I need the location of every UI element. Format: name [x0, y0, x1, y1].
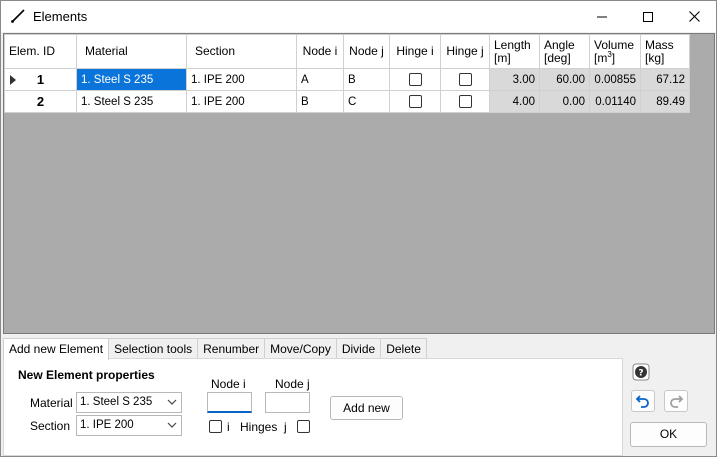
length-cell: 4.00: [489, 90, 540, 113]
minimize-button[interactable]: [579, 1, 625, 32]
new-hinge-i-checkbox[interactable]: [209, 420, 222, 433]
col-header-node-i[interactable]: Node i: [296, 34, 344, 69]
close-icon: [688, 11, 700, 22]
node-i-cell[interactable]: A: [296, 68, 344, 91]
hinge-j-label: j: [284, 420, 287, 434]
add-new-element-panel: New Element properties Material 1. Steel…: [3, 358, 623, 456]
title-bar: Elements: [1, 1, 716, 32]
node-i-input[interactable]: [207, 392, 252, 413]
section-cell[interactable]: 1. IPE 200: [186, 90, 297, 113]
tab-add-new-element[interactable]: Add new Element: [3, 338, 110, 360]
col-header-mass[interactable]: Mass [kg]: [640, 34, 690, 69]
hinge-j-checkbox[interactable]: [458, 95, 472, 108]
hinge-j-cell: [440, 90, 490, 113]
volume-cell: 0.00855: [589, 68, 641, 91]
svg-text:?: ?: [638, 369, 643, 379]
section-label: Section: [30, 419, 71, 433]
tab-move-copy[interactable]: Move/Copy: [264, 338, 337, 359]
col-header-angle[interactable]: Angle [deg]: [539, 34, 590, 69]
minimize-icon: [597, 16, 607, 17]
node-j-label: Node j: [275, 377, 310, 391]
angle-cell: 60.00: [539, 68, 590, 91]
hinge-i-checkbox[interactable]: [408, 73, 422, 86]
help-button[interactable]: ?: [632, 363, 650, 381]
elem-id-cell[interactable]: 2: [4, 90, 77, 113]
tab-delete[interactable]: Delete: [380, 338, 427, 359]
col-header-material[interactable]: Material: [76, 34, 187, 69]
material-select-value: 1. Steel S 235: [80, 396, 153, 408]
panel-title: New Element properties: [18, 368, 155, 382]
col-header-volume[interactable]: Volume [m3]: [589, 34, 641, 69]
line-element-icon: [11, 9, 25, 23]
col-header-elem-id[interactable]: Elem. ID: [4, 34, 77, 69]
elem-id-cell[interactable]: 1: [4, 68, 77, 91]
close-button[interactable]: [671, 1, 717, 32]
elements-dialog: Elements Elem. ID Material Section Node …: [0, 0, 717, 457]
material-select[interactable]: 1. Steel S 235: [76, 392, 182, 413]
hinge-j-cell: [440, 68, 490, 91]
mass-cell: 67.12: [640, 68, 690, 91]
current-row-indicator-icon: [10, 75, 16, 85]
node-i-label: Node i: [211, 377, 246, 391]
tab-divide[interactable]: Divide: [335, 338, 382, 359]
material-cell[interactable]: 1. Steel S 235: [76, 90, 187, 113]
table-row[interactable]: 2 1. Steel S 235 1. IPE 200 B C 4.00 0.0…: [4, 90, 690, 113]
col-header-length[interactable]: Length [m]: [489, 34, 540, 69]
elements-grid[interactable]: Elem. ID Material Section Node i Node j …: [3, 33, 715, 334]
section-cell[interactable]: 1. IPE 200: [186, 68, 297, 91]
node-i-cell[interactable]: B: [296, 90, 344, 113]
add-new-button[interactable]: Add new: [330, 396, 403, 420]
col-header-section[interactable]: Section: [186, 34, 297, 69]
hinge-j-checkbox[interactable]: [458, 73, 472, 86]
section-select[interactable]: 1. IPE 200: [76, 415, 182, 436]
hinge-i-cell: [389, 68, 441, 91]
volume-cell: 0.01140: [589, 90, 641, 113]
tab-renumber[interactable]: Renumber: [197, 338, 266, 359]
tab-selection-tools[interactable]: Selection tools: [108, 338, 199, 359]
col-header-node-j[interactable]: Node j: [343, 34, 390, 69]
hinges-label: Hinges: [240, 420, 278, 434]
hinge-i-cell: [389, 90, 441, 113]
tab-strip: Add new Element Selection tools Renumber…: [3, 338, 427, 360]
window-title: Elements: [33, 9, 88, 24]
ok-button[interactable]: OK: [630, 422, 707, 447]
maximize-icon: [643, 11, 653, 22]
mass-cell: 89.49: [640, 90, 690, 113]
node-j-input[interactable]: [265, 392, 310, 413]
length-cell: 3.00: [489, 68, 540, 91]
col-header-hinge-i[interactable]: Hinge i: [389, 34, 441, 69]
header-row: Elem. ID Material Section Node i Node j …: [4, 34, 690, 69]
elements-table: Elem. ID Material Section Node i Node j …: [4, 34, 690, 113]
col-header-hinge-j[interactable]: Hinge j: [440, 34, 490, 69]
section-select-value: 1. IPE 200: [80, 419, 134, 431]
maximize-button[interactable]: [625, 1, 671, 32]
node-j-cell[interactable]: B: [343, 68, 390, 91]
angle-cell: 0.00: [539, 90, 590, 113]
material-label: Material: [30, 396, 73, 410]
material-cell[interactable]: 1. Steel S 235: [76, 68, 187, 91]
undo-button[interactable]: [631, 390, 655, 412]
redo-button[interactable]: [664, 390, 688, 412]
hinge-i-label: i: [227, 420, 230, 434]
undo-icon: [635, 395, 649, 408]
hinge-i-checkbox[interactable]: [408, 95, 422, 108]
table-row[interactable]: 1 1. Steel S 235 1. IPE 200 A B 3.00 60.…: [4, 68, 690, 91]
help-icon: ?: [632, 363, 650, 381]
new-hinge-j-checkbox[interactable]: [297, 420, 310, 433]
redo-icon: [670, 395, 684, 408]
chevron-down-icon: [167, 399, 177, 405]
node-j-cell[interactable]: C: [343, 90, 390, 113]
chevron-down-icon: [167, 422, 177, 428]
